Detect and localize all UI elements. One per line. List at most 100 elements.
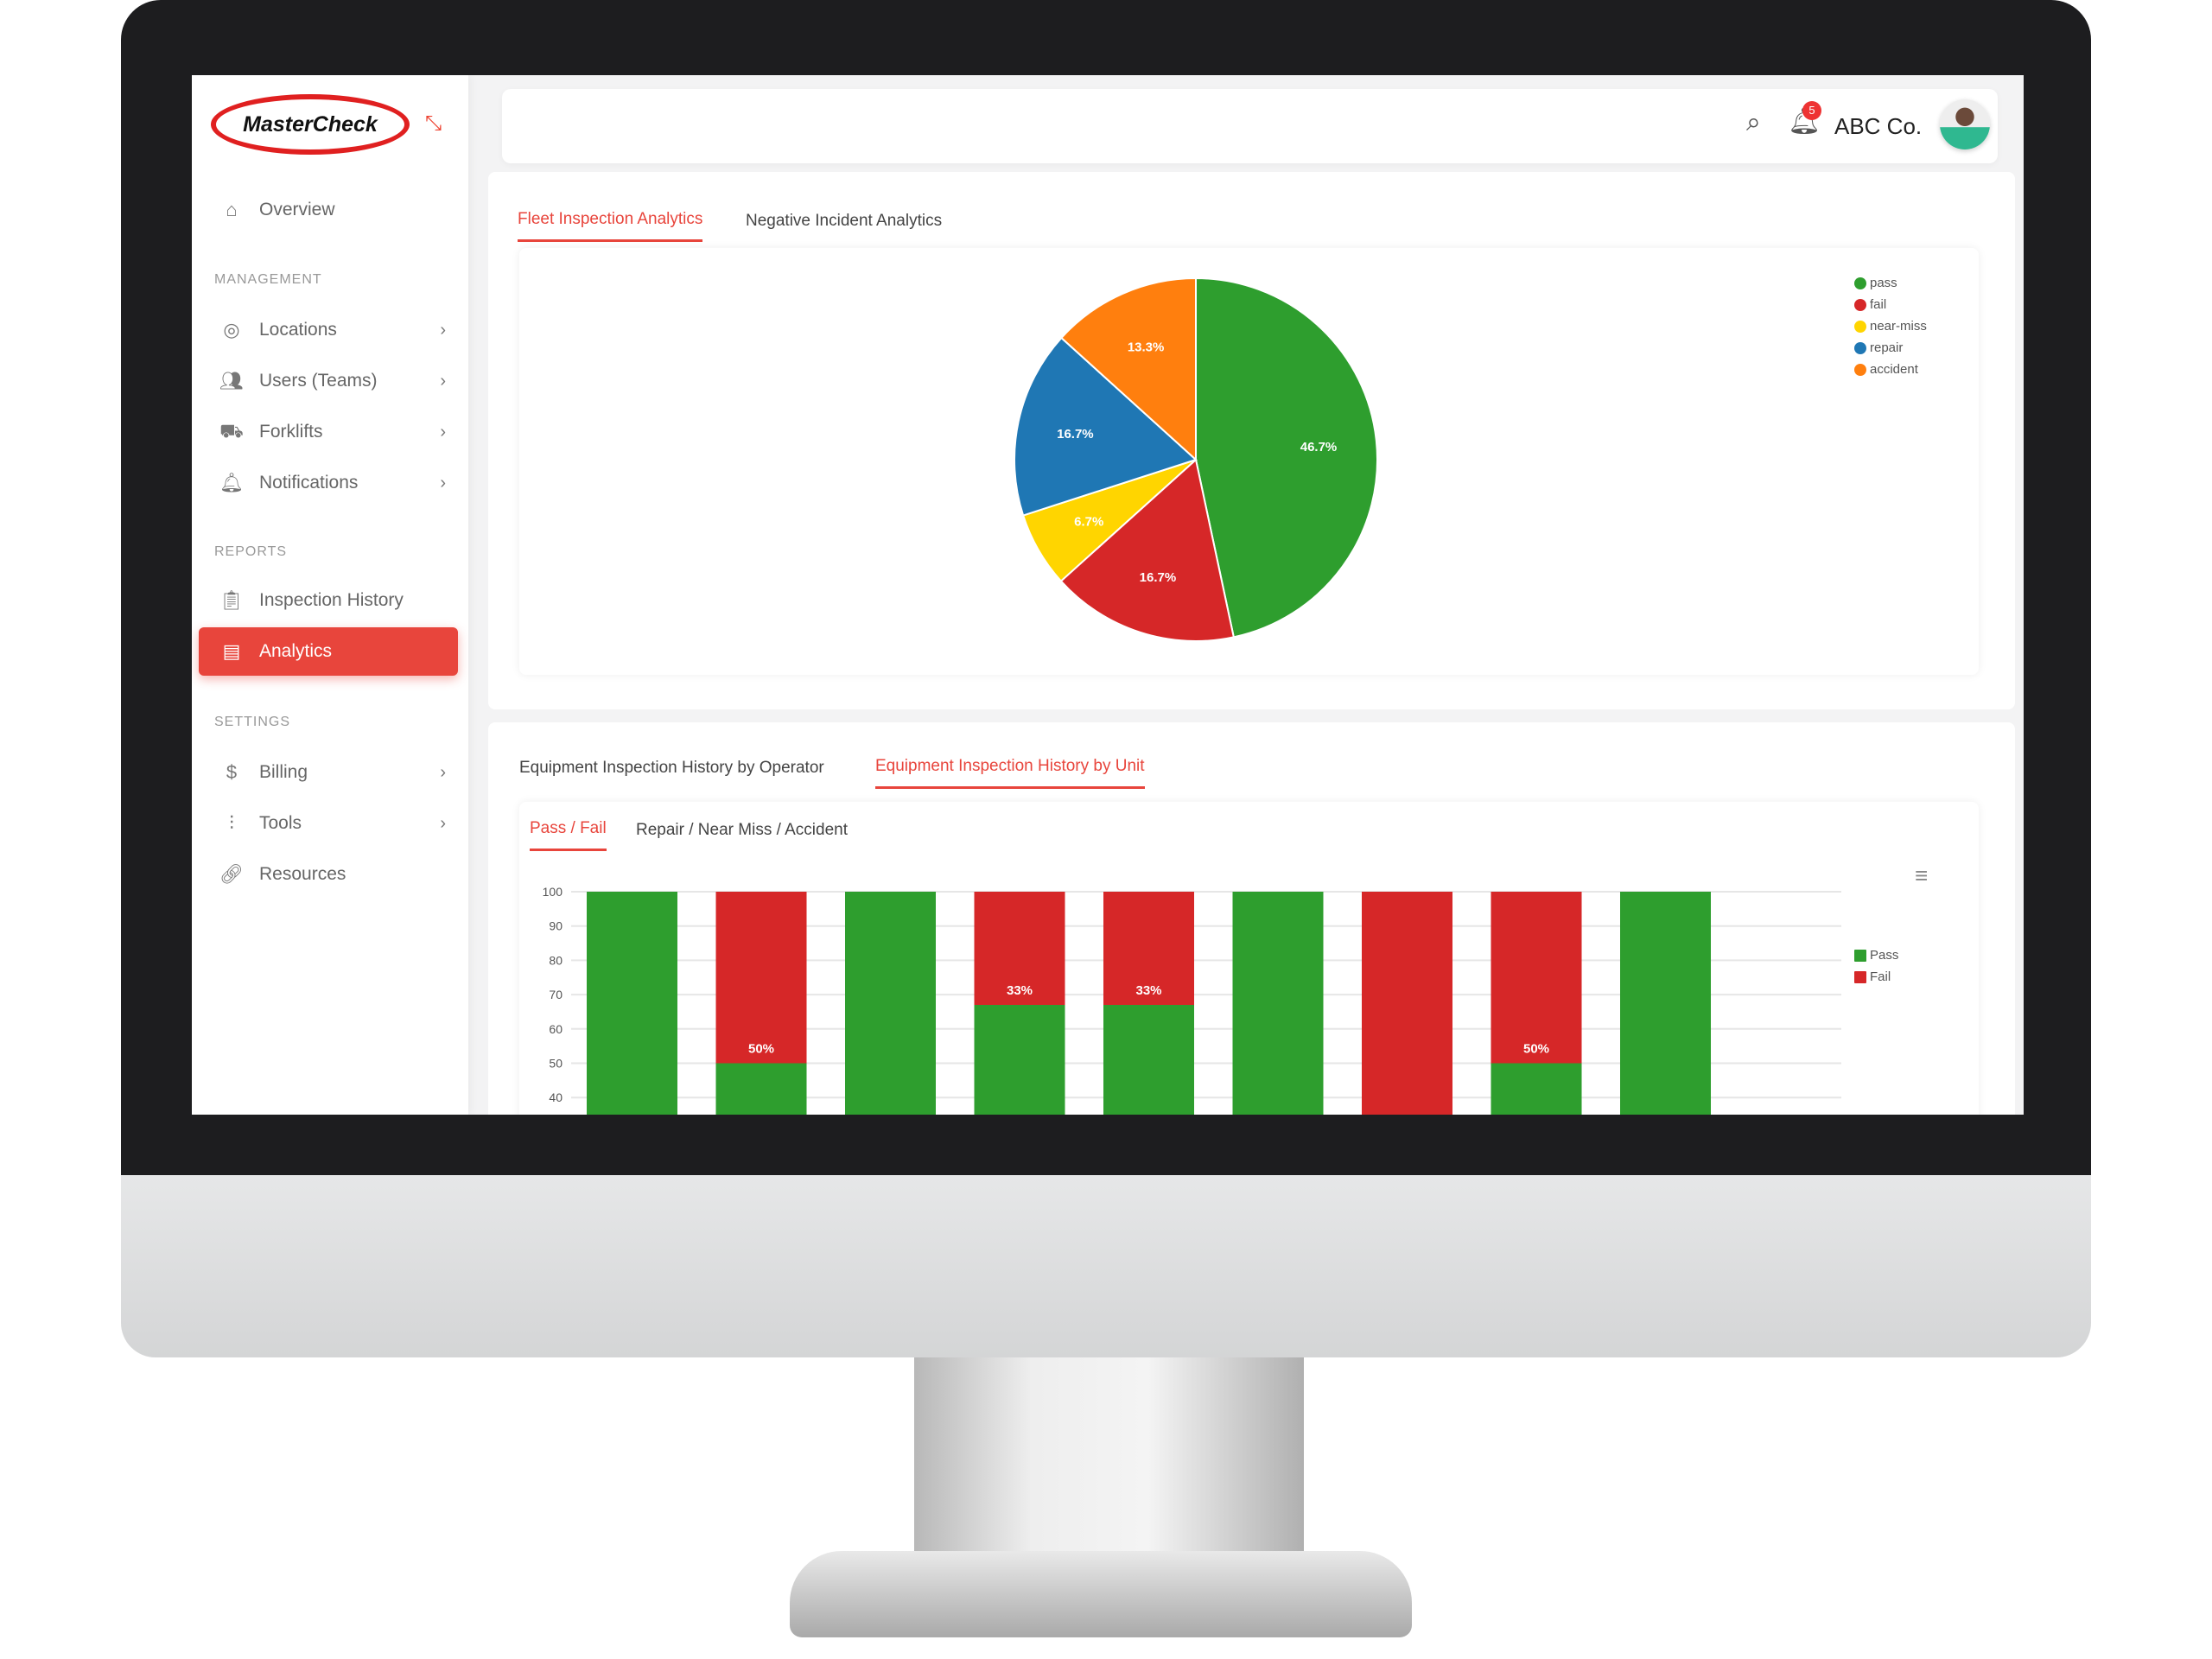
sidebar-item-label: Forklifts xyxy=(259,422,323,442)
y-tick-label: 100 xyxy=(543,885,563,899)
sliders-icon: ⫶ xyxy=(229,812,234,834)
bar-pass[interactable] xyxy=(715,1063,807,1116)
pie-label: 46.7% xyxy=(1300,440,1338,454)
legend-label: pass xyxy=(1870,276,1897,290)
y-tick-label: 90 xyxy=(549,919,563,933)
tab-history-by-unit[interactable]: Equipment Inspection History by Unit xyxy=(875,757,1145,789)
search-icon[interactable]: ⌕ xyxy=(1746,108,1761,137)
y-tick-label: 40 xyxy=(549,1090,563,1104)
users-icon: 👥︎ xyxy=(219,370,244,391)
legend-item-pass[interactable]: pass xyxy=(1854,272,1897,294)
legend-label: near-miss xyxy=(1870,319,1927,334)
sidebar-item-label: Notifications xyxy=(259,473,359,493)
pie-label: 6.7% xyxy=(1074,514,1103,529)
chevron-right-icon: › xyxy=(440,320,446,340)
subtab-repair-near-miss-accident[interactable]: Repair / Near Miss / Accident xyxy=(636,821,848,850)
sidebar-item-tools[interactable]: ⫶ Tools › xyxy=(199,799,458,848)
sidebar-item-overview[interactable]: ⌂ Overview xyxy=(199,186,458,234)
bar-pass[interactable] xyxy=(587,892,677,1115)
legend-marker xyxy=(1854,970,1866,983)
legend-item-accident[interactable]: accident xyxy=(1854,359,1918,380)
sidebar-item-forklifts[interactable]: ⛟ Forklifts › xyxy=(199,408,458,456)
tab-history-by-operator[interactable]: Equipment Inspection History by Operator xyxy=(519,759,824,788)
sidebar-item-label: Locations xyxy=(259,320,337,340)
bar-pass[interactable] xyxy=(1232,892,1324,1115)
legend-item-fail[interactable]: Fail xyxy=(1854,966,1891,988)
monitor-chin xyxy=(121,1175,2091,1357)
section-management: MANAGEMENT xyxy=(214,272,322,287)
bar-pass[interactable] xyxy=(974,1005,1065,1115)
notification-badge: 5 xyxy=(1802,101,1821,120)
bar-data-label: 33% xyxy=(1135,983,1161,998)
legend-marker xyxy=(1854,298,1866,311)
pie-label: 16.7% xyxy=(1140,570,1177,585)
bar-chart-panel: Pass / Fail Repair / Near Miss / Acciden… xyxy=(519,802,1979,1115)
section-reports: REPORTS xyxy=(214,544,288,559)
sidebar-item-label: Inspection History xyxy=(259,590,404,610)
legend-marker xyxy=(1854,341,1866,354)
chevron-right-icon: › xyxy=(440,371,446,391)
pie-chart-panel: 46.7% 16.7% 6.7% 16.7% 13.3% pass fail near-mi… xyxy=(519,248,1979,675)
bar-pass[interactable] xyxy=(1491,1063,1582,1116)
legend-marker xyxy=(1854,363,1866,376)
legend-label: Pass xyxy=(1870,948,1899,963)
pie-chart: 46.7% 16.7% 6.7% 16.7% 13.3% xyxy=(1014,276,1378,642)
sidebar: MasterCheck ⤡ ⌂ Overview MANAGEMENT ◎ Loca… xyxy=(192,75,468,1115)
chart-menu-icon[interactable]: ≡ xyxy=(1915,862,1928,889)
bar-fail[interactable] xyxy=(1491,892,1582,1064)
bar-pass[interactable] xyxy=(1103,1005,1194,1115)
sidebar-item-billing[interactable]: $ Billing › xyxy=(199,748,458,797)
tab-fleet-inspection-analytics[interactable]: Fleet Inspection Analytics xyxy=(518,210,703,242)
legend-label: Fail xyxy=(1870,969,1891,984)
monitor-base xyxy=(790,1551,1412,1637)
legend-marker xyxy=(1854,320,1866,333)
legend-item-near-miss[interactable]: near-miss xyxy=(1854,315,1927,337)
y-tick-label: 80 xyxy=(549,953,563,967)
sidebar-item-label: Resources xyxy=(259,864,346,884)
forklift-icon: ⛟ xyxy=(219,419,244,442)
sidebar-item-resources[interactable]: 🔗︎ Resources xyxy=(199,850,458,899)
pie-label: 13.3% xyxy=(1128,340,1165,354)
document-icon: ▤ xyxy=(222,640,241,662)
sidebar-item-label: Billing xyxy=(259,762,308,782)
bar-fail[interactable] xyxy=(715,892,807,1064)
legend-label: repair xyxy=(1870,340,1904,355)
legend-item-pass[interactable]: Pass xyxy=(1854,944,1898,966)
subtab-pass-fail[interactable]: Pass / Fail xyxy=(530,819,607,851)
legend-label: fail xyxy=(1870,297,1887,312)
sidebar-item-analytics[interactable]: ▤ Analytics xyxy=(199,627,458,676)
y-tick-label: 70 xyxy=(549,988,563,1001)
sidebar-item-inspection-history[interactable]: 📋︎ Inspection History xyxy=(199,576,458,625)
tab-negative-incident-analytics[interactable]: Negative Incident Analytics xyxy=(746,212,942,241)
link-icon: 🔗︎ xyxy=(219,863,244,885)
sidebar-item-users[interactable]: 👥︎ Users (Teams) › xyxy=(199,357,458,405)
bar-pass[interactable] xyxy=(1620,892,1711,1115)
legend-item-repair[interactable]: repair xyxy=(1854,337,1903,359)
legend-label: accident xyxy=(1870,362,1918,377)
sidebar-item-notifications[interactable]: 🔔︎ Notifications › xyxy=(199,459,458,507)
location-pin-icon: ◎ xyxy=(223,319,240,340)
logo[interactable]: MasterCheck xyxy=(211,94,410,155)
collapse-icon[interactable]: ⤡ xyxy=(425,111,442,136)
avatar[interactable] xyxy=(1940,99,1990,149)
bell-icon: 🔔︎ xyxy=(219,472,244,493)
dollar-icon: $ xyxy=(226,761,238,783)
equipment-history-card: Equipment Inspection History by Operator… xyxy=(488,722,2015,1115)
fleet-analytics-card: Fleet Inspection Analytics Negative Inci… xyxy=(488,172,2015,709)
monitor-stand xyxy=(914,1357,1304,1556)
sidebar-item-label: Analytics xyxy=(259,641,333,661)
sidebar-item-locations[interactable]: ◎ Locations › xyxy=(199,306,458,354)
legend-item-fail[interactable]: fail xyxy=(1854,294,1886,315)
bar-data-label: 33% xyxy=(1007,983,1033,998)
company-name[interactable]: ABC Co. xyxy=(1834,113,1922,140)
home-icon: ⌂ xyxy=(226,199,238,220)
legend-marker xyxy=(1854,949,1866,962)
sidebar-item-label: Overview xyxy=(259,200,335,219)
chevron-right-icon: › xyxy=(440,473,446,493)
bar-fail[interactable] xyxy=(1362,892,1452,1115)
sidebar-item-label: Tools xyxy=(259,813,302,833)
top-header: ⌕ 🔔︎ 5 ABC Co. xyxy=(502,89,1998,163)
section-settings: SETTINGS xyxy=(214,715,291,729)
bar-pass[interactable] xyxy=(845,892,936,1115)
y-tick-label: 50 xyxy=(549,1057,563,1071)
